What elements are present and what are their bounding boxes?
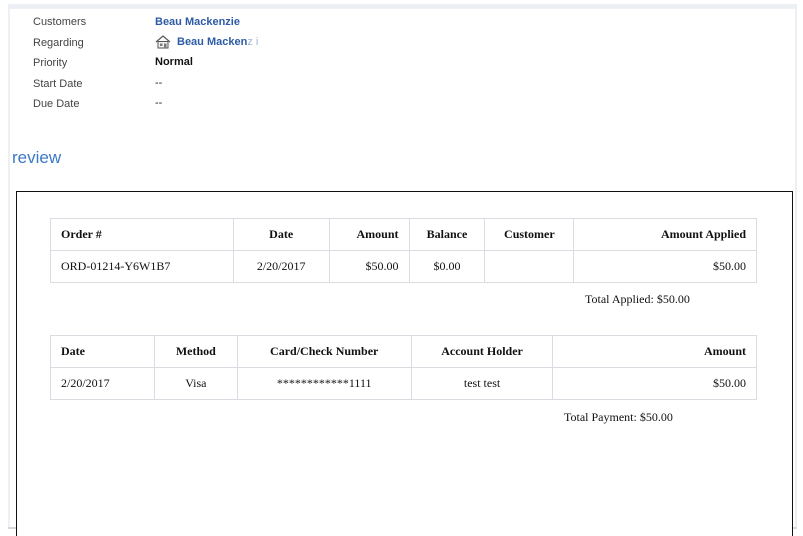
column-header-method: Method [153,335,238,368]
amount-cell: $50.00 [328,250,410,283]
start-date-value: -- [155,77,163,89]
due-date-label: Due Date [33,98,80,110]
column-header-amount: Amount [328,218,410,251]
priority-value: Normal [155,56,193,68]
card-number-cell: ************1111 [236,367,412,400]
regarding-link[interactable]: Beau Mackenz i [177,35,258,49]
order-number-cell: ORD-01214-Y6W1B7 [50,250,234,283]
total-payment: Total Payment: $50.00 [564,410,673,424]
start-date-label: Start Date [33,78,83,90]
regarding-link-text: Beau Macken [177,36,248,48]
customer-cell [484,250,575,283]
frame-left-edge [8,9,10,529]
priority-label: Priority [33,57,68,69]
house-icon [155,35,171,49]
frame-right-edge [795,9,797,529]
due-date-value: -- [155,97,163,109]
total-applied: Total Applied: $50.00 [585,292,690,306]
review-content-frame: Order # Date Amount Balance Customer Amo… [16,191,793,536]
payment-amount-cell: $50.00 [552,367,757,400]
orders-header-row: Order # Date Amount Balance Customer Amo… [50,218,757,251]
column-header-order-number: Order # [50,218,234,251]
regarding-link-faded-text: z i [247,36,259,48]
payments-header-row: Date Method Card/Check Number Account Ho… [50,335,757,368]
column-header-date: Date [232,218,330,251]
regarding-label: Regarding [33,37,84,49]
customers-label: Customers [33,16,87,28]
column-header-amount: Amount [552,335,757,368]
column-header-balance: Balance [408,218,486,251]
section-title: review [12,148,62,167]
amount-applied-cell: $50.00 [573,250,757,283]
table-row: 2/20/2017 Visa ************1111 test tes… [50,367,757,400]
date-cell: 2/20/2017 [232,250,330,283]
column-header-account-holder: Account Holder [410,335,554,368]
account-holder-cell: test test [410,367,554,400]
window-top-bar [8,4,797,9]
balance-cell: $0.00 [408,250,486,283]
table-row: ORD-01214-Y6W1B7 2/20/2017 $50.00 $0.00 … [50,250,757,283]
customers-link[interactable]: Beau Mackenzie [155,15,240,29]
column-header-customer: Customer [484,218,575,251]
column-header-date: Date [50,335,155,368]
payment-date-cell: 2/20/2017 [50,367,155,400]
column-header-amount-applied: Amount Applied [573,218,757,251]
orders-table: Order # Date Amount Balance Customer Amo… [50,218,757,283]
column-header-card-check-number: Card/Check Number [236,335,412,368]
payments-table: Date Method Card/Check Number Account Ho… [50,335,757,400]
method-cell: Visa [153,367,238,400]
